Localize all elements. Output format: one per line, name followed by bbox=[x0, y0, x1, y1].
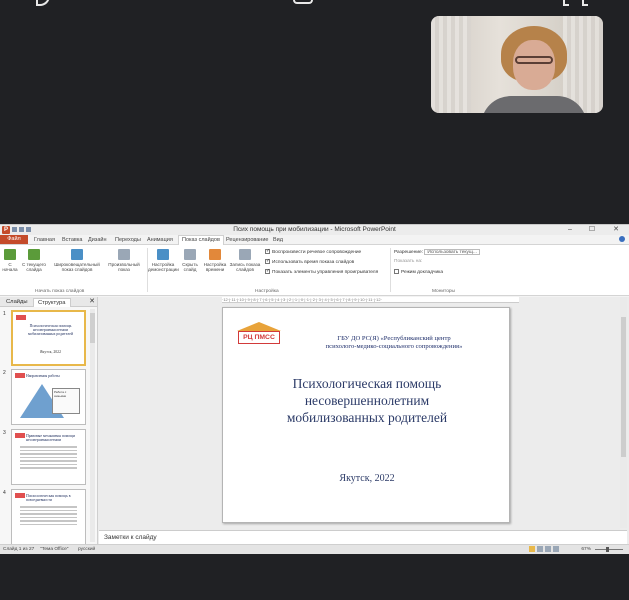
horizontal-ruler: ·12·|·11·|·10·|·9·|·8·|·7·|·6·|·5·|·4·|·… bbox=[222, 297, 519, 303]
slide-thumbnail[interactable]: Правовые механизмы помощи несовершенноле… bbox=[11, 429, 86, 485]
slide-date[interactable]: Якутск, 2022 bbox=[247, 473, 487, 484]
glasses-icon bbox=[515, 56, 553, 64]
rc-pmss-logo: РЦ ПМСС bbox=[237, 322, 281, 348]
normal-view-icon[interactable] bbox=[529, 546, 535, 552]
participant-body bbox=[481, 96, 587, 113]
maximize-button[interactable]: ☐ bbox=[585, 225, 599, 235]
participant-video-tile[interactable] bbox=[431, 16, 603, 113]
slide-thumbnail[interactable]: Направления работы Работа с семьями bbox=[11, 369, 86, 425]
tab-insert[interactable]: Вставка bbox=[59, 236, 85, 244]
tab-outline[interactable]: Структура bbox=[33, 298, 71, 307]
tab-design[interactable]: Дизайн bbox=[85, 236, 110, 244]
zoom-slider[interactable] bbox=[595, 547, 623, 552]
group-label-setup: Настройка bbox=[255, 289, 279, 294]
pane-scrollbar[interactable] bbox=[90, 309, 95, 542]
close-button[interactable]: ✕ bbox=[609, 225, 623, 235]
slide-thumbnail[interactable]: Психологическая помощь несовершеннолетни… bbox=[11, 310, 86, 366]
workspace: Слайды Структура ✕ 1 Психологическая пом… bbox=[0, 297, 629, 545]
slide-editor: ·12·|·11·|·10·|·9·|·8·|·7·|·6·|·5·|·4·|·… bbox=[99, 297, 627, 544]
help-icon[interactable] bbox=[619, 236, 625, 242]
sorter-view-icon[interactable] bbox=[537, 546, 543, 552]
tab-transitions[interactable]: Переходы bbox=[112, 236, 144, 244]
zoom-level[interactable]: 67% bbox=[581, 545, 591, 554]
checkbox-timings[interactable]: ✓ Использовать время показа слайдов bbox=[265, 259, 354, 266]
slide-counter: Слайд 1 из 27 bbox=[3, 547, 35, 552]
background-curtain bbox=[431, 16, 471, 113]
slide-title[interactable]: Психологическая помощь несовершеннолетни… bbox=[247, 375, 487, 426]
view-buttons bbox=[527, 546, 559, 556]
rehearse-timings-button[interactable]: Настройка времени bbox=[202, 249, 228, 272]
tab-animation[interactable]: Анимация bbox=[144, 236, 176, 244]
language[interactable]: русский bbox=[78, 545, 95, 554]
checkbox-media-controls[interactable]: ✓ Показать элементы управления проигрыват… bbox=[265, 269, 378, 276]
theme-name: "Тема Office" bbox=[40, 547, 69, 552]
group-label-monitors: Мониторы bbox=[432, 289, 455, 294]
video-call-screen: P Псих помощь при мобилизации - Microsof… bbox=[0, 0, 629, 600]
group-label-start: Начать показ слайдов bbox=[35, 289, 85, 294]
slide-number: 1 bbox=[3, 311, 6, 317]
minimize-button[interactable]: – bbox=[563, 225, 577, 235]
hide-slide-button[interactable]: Скрыть слайд bbox=[179, 249, 201, 272]
ribbon-tabs: Файл Главная Вставка Дизайн Переходы Ани… bbox=[0, 235, 629, 245]
editor-scrollbar[interactable] bbox=[620, 297, 627, 528]
tab-slides[interactable]: Слайды bbox=[2, 298, 32, 306]
slide-number: 2 bbox=[3, 370, 6, 376]
title-bar: P Псих помощь при мобилизации - Microsof… bbox=[0, 225, 629, 235]
reading-view-icon[interactable] bbox=[545, 546, 551, 552]
from-current-button[interactable]: С текущего слайда bbox=[20, 249, 48, 272]
resolution-select[interactable]: Разрешение: Использовать текущ... bbox=[394, 249, 480, 256]
record-show-button[interactable]: Запись показа слайдов bbox=[229, 249, 261, 272]
close-pane-icon[interactable]: ✕ bbox=[89, 297, 95, 306]
slide-number: 3 bbox=[3, 430, 6, 436]
tab-file[interactable]: Файл bbox=[0, 235, 28, 244]
screen-share-icon[interactable] bbox=[293, 0, 313, 4]
current-slide[interactable]: РЦ ПМСС ГБУ ДО РС(Я) «Республиканский це… bbox=[222, 307, 510, 523]
window-title: Псих помощь при мобилизации - Microsoft … bbox=[233, 226, 396, 233]
notes-field[interactable]: Заметки к слайду bbox=[99, 530, 627, 544]
tab-review[interactable]: Рецензирование bbox=[223, 236, 271, 244]
tab-home[interactable]: Главная bbox=[31, 236, 58, 244]
tab-view[interactable]: Вид bbox=[270, 236, 286, 244]
status-bar: Слайд 1 из 27 "Тема Office" русский 67% bbox=[0, 544, 629, 554]
slide-number: 4 bbox=[3, 490, 6, 496]
layout-icon-2[interactable] bbox=[582, 0, 588, 6]
from-start-button[interactable]: С начала bbox=[2, 249, 18, 272]
setup-show-button[interactable]: Настройка демонстрации bbox=[148, 249, 179, 272]
layout-icon[interactable] bbox=[563, 0, 569, 6]
custom-show-button[interactable]: Произвольный показ bbox=[104, 249, 144, 272]
checkbox-narration[interactable]: ✓ Воспроизвести речевое сопровождение bbox=[265, 249, 361, 256]
checkbox-presenter-view[interactable]: Режим докладчика bbox=[394, 269, 443, 276]
broadcast-button[interactable]: Широковещательный показ слайдов bbox=[52, 249, 102, 272]
participant-head bbox=[501, 26, 567, 96]
ribbon-slideshow: С начала С текущего слайда Широковещател… bbox=[0, 245, 629, 296]
show-on-select[interactable]: Показать на: bbox=[394, 259, 422, 265]
slide-thumbnail[interactable]: Психологическая помощь в повседневности bbox=[11, 489, 86, 545]
organization-name: ГБУ ДО РС(Я) «Республиканский центр псих… bbox=[325, 335, 463, 350]
tab-slideshow[interactable]: Показ слайдов bbox=[178, 235, 224, 245]
divider bbox=[390, 248, 391, 292]
chat-icon[interactable] bbox=[36, 0, 50, 6]
slides-pane: Слайды Структура ✕ 1 Психологическая пом… bbox=[0, 297, 98, 545]
slideshow-view-icon[interactable] bbox=[553, 546, 559, 552]
powerpoint-window: P Псих помощь при мобилизации - Microsof… bbox=[0, 224, 629, 554]
